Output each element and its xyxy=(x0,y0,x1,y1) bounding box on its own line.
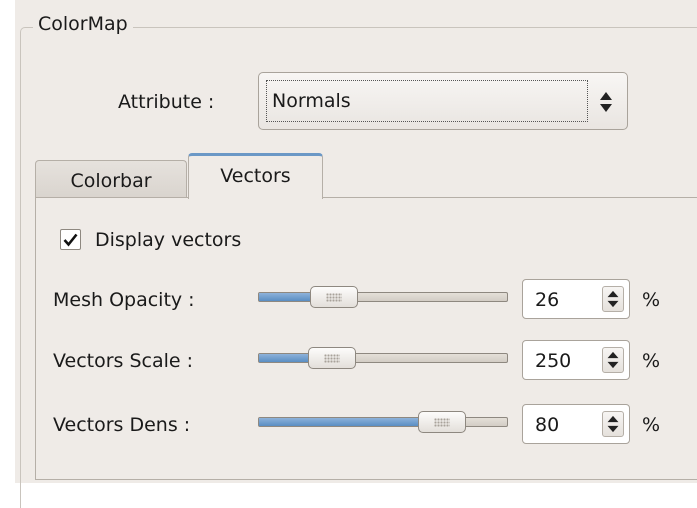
slider-handle[interactable] xyxy=(418,411,466,433)
checkmark-icon xyxy=(63,233,78,247)
slider-fill xyxy=(259,418,425,426)
attribute-label: Attribute : xyxy=(118,91,215,113)
tab-colorbar[interactable]: Colorbar xyxy=(35,160,187,198)
spinbox-value: 26 xyxy=(535,289,560,311)
grip-icon xyxy=(326,293,342,302)
mesh-opacity-slider[interactable] xyxy=(258,286,508,308)
tab-vectors[interactable]: Vectors xyxy=(188,153,323,199)
groupbox-title: ColorMap xyxy=(33,12,133,36)
vectors-scale-spinbox[interactable]: 250 xyxy=(522,340,630,380)
vectors-density-label: Vectors Dens : xyxy=(53,414,191,436)
slider-groove xyxy=(258,417,508,427)
spin-arrows-icon[interactable] xyxy=(602,347,624,373)
vectors-density-slider[interactable] xyxy=(258,411,508,433)
vectors-scale-slider[interactable] xyxy=(258,347,508,369)
vectors-scale-label: Vectors Scale : xyxy=(53,350,194,372)
vectors-density-unit: % xyxy=(642,414,661,436)
slider-handle[interactable] xyxy=(308,347,356,369)
mesh-opacity-label: Mesh Opacity : xyxy=(53,289,195,311)
slider-handle[interactable] xyxy=(310,286,358,308)
attribute-combobox[interactable]: Normals xyxy=(258,72,628,130)
spin-arrows-icon[interactable] xyxy=(602,286,624,312)
mesh-opacity-spinbox[interactable]: 26 xyxy=(522,279,630,319)
spin-arrows-icon[interactable] xyxy=(602,411,624,437)
spinbox-value: 250 xyxy=(535,350,572,372)
slider-groove xyxy=(258,292,508,302)
display-vectors-checkbox[interactable] xyxy=(60,229,81,250)
mesh-opacity-unit: % xyxy=(642,289,661,311)
attribute-combobox-value: Normals xyxy=(272,90,351,112)
slider-fill xyxy=(259,354,315,362)
slider-fill xyxy=(259,293,317,301)
slider-groove xyxy=(258,353,508,363)
updown-arrows-icon xyxy=(600,92,612,112)
spinbox-value: 80 xyxy=(535,414,560,436)
grip-icon xyxy=(434,418,450,427)
display-vectors-label: Display vectors xyxy=(95,229,242,251)
vectors-density-spinbox[interactable]: 80 xyxy=(522,404,630,444)
grip-icon xyxy=(324,354,340,363)
vectors-scale-unit: % xyxy=(642,350,661,372)
